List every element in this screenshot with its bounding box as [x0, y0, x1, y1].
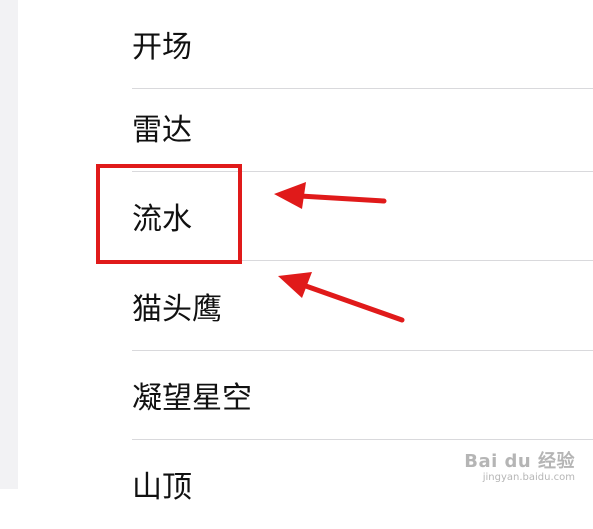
arrow-icon — [278, 272, 405, 323]
watermark-url: jingyan.baidu.com — [482, 472, 575, 483]
watermark-brand: Bai du 经验 — [464, 451, 575, 472]
arrow-icon — [274, 182, 387, 209]
watermark: Bai du 经验 jingyan.baidu.com — [464, 453, 575, 483]
annotation-arrows — [274, 182, 405, 323]
